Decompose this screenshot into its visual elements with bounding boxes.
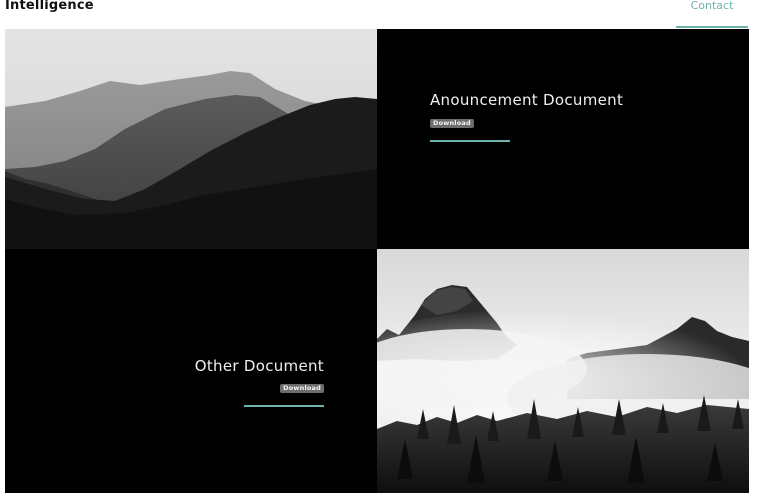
top-header: Intelligence Contact	[0, 0, 761, 28]
nav-active-underline	[676, 26, 748, 28]
other-download-button[interactable]: Download	[280, 384, 324, 393]
nav-contact-link[interactable]: Contact	[676, 0, 748, 28]
foggy-peaks-image	[377, 249, 749, 493]
brand-title: Intelligence	[5, 0, 94, 13]
announcement-document-title: Anouncement Document	[430, 91, 624, 109]
announcement-document-card: Anouncement Document Download	[377, 29, 749, 249]
announcement-accent-line	[430, 140, 510, 142]
other-accent-line	[244, 405, 324, 407]
document-grid: Anouncement Document Download Other Docu…	[5, 29, 749, 493]
nav-contact-label: Contact	[690, 0, 734, 12]
other-document-card: Other Document Download	[5, 249, 377, 493]
announcement-download-button[interactable]: Download	[430, 119, 474, 128]
other-document-title: Other Document	[194, 357, 324, 375]
mountain-ridges-image	[5, 29, 377, 249]
